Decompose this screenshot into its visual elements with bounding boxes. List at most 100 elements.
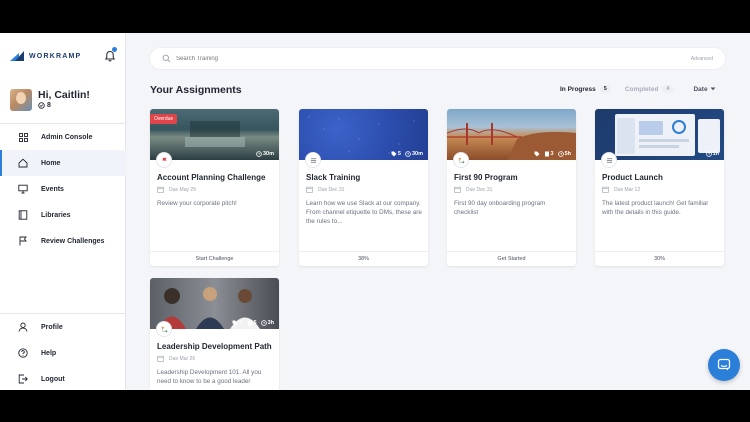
flag-icon: [157, 153, 171, 167]
card-meta: 5 30m: [391, 151, 423, 157]
document-icon: [247, 320, 252, 326]
nav-item-review-challenges[interactable]: Review Challenges: [0, 228, 126, 254]
due-date: Due Mar 12: [602, 186, 640, 193]
chevron-down-icon: [710, 87, 716, 91]
card-footer[interactable]: Get Started: [447, 251, 576, 266]
nav-label: Home: [41, 159, 61, 167]
assignment-filters: In Progress 5 Completed 4 Date: [560, 85, 716, 93]
item-count: 3: [544, 151, 554, 157]
duration: 30m: [405, 151, 423, 157]
card-image: 3 5h: [447, 109, 576, 160]
path-icon: [454, 153, 468, 167]
calendar-icon: [454, 186, 461, 193]
document-icon: [544, 151, 549, 157]
card-meta: 3 5h: [534, 151, 571, 157]
nav-item-logout[interactable]: Logout: [0, 366, 126, 390]
list-icon: [306, 153, 320, 167]
monitor-icon: [18, 184, 28, 194]
assignment-card[interactable]: Overdue 30m Account Planning Challenge D…: [150, 109, 279, 266]
card-title: Account Planning Challenge: [157, 173, 266, 182]
nav-label: Events: [41, 185, 64, 193]
filter-label: Completed: [624, 85, 659, 93]
due-date: Due Mar 26: [157, 355, 195, 362]
search-icon: [162, 54, 171, 63]
user-profile[interactable]: Hi, Caitlin! 8: [10, 89, 90, 111]
flag-icon: [18, 236, 28, 246]
card-image: 1h: [595, 109, 724, 160]
card-title: Slack Training: [306, 173, 361, 182]
nav-item-admin-console[interactable]: Admin Console: [0, 124, 126, 150]
notification-dot: [112, 47, 117, 52]
tag-count: 5: [391, 151, 401, 157]
nav-item-help[interactable]: Help: [0, 340, 126, 366]
due-date: Due Dec 31: [454, 186, 492, 193]
card-description: The latest product launch! Get familiar …: [602, 200, 709, 216]
chat-icon: [717, 358, 731, 371]
points-badge: 8: [38, 102, 90, 109]
card-image: Overdue 30m: [150, 109, 279, 160]
card-description: First 90 day onboarding program checklis…: [454, 200, 546, 216]
chat-launcher-button[interactable]: [708, 349, 740, 381]
brand-logo[interactable]: WORKRAMP: [10, 51, 81, 61]
card-meta: 1 5 3h: [232, 320, 274, 326]
path-icon: [157, 322, 171, 336]
nav-item-events[interactable]: Events: [0, 176, 126, 202]
list-icon: [602, 153, 616, 167]
tag-count: 1: [232, 320, 243, 326]
card-description: Review your corporate pitch!: [157, 200, 237, 207]
workramp-logo-icon: [10, 51, 24, 61]
brand-name: WORKRAMP: [29, 52, 82, 60]
points-value: 8: [47, 102, 51, 109]
nav-item-profile[interactable]: Profile: [0, 314, 126, 340]
due-date: Due May 29: [157, 186, 196, 193]
nav-item-libraries[interactable]: Libraries: [0, 202, 126, 228]
card-footer[interactable]: 30%: [595, 251, 724, 266]
item-count: 5: [247, 320, 257, 326]
sort-dropdown[interactable]: Date: [693, 85, 716, 93]
card-description: Leadership Development 101. All you need…: [157, 369, 262, 385]
points-check-icon: [38, 102, 45, 109]
sort-label: Date: [693, 85, 708, 93]
card-footer[interactable]: Start Challenge: [150, 251, 279, 266]
advanced-search-link[interactable]: Advanced: [691, 56, 713, 62]
filter-label: In Progress: [560, 85, 596, 93]
clock-icon: [705, 151, 712, 157]
card-title: First 90 Program: [454, 173, 518, 182]
search-input[interactable]: [176, 55, 691, 62]
help-icon: [18, 348, 28, 358]
nav-label: Profile: [41, 323, 63, 331]
sidebar: WORKRAMP Hi, Caitlin! 8 Admin Console Ho…: [0, 33, 126, 390]
nav-item-home[interactable]: Home: [0, 150, 126, 176]
assignment-card[interactable]: 5 30m Slack Training Due Dec 31 Learn ho…: [299, 109, 428, 266]
clock-icon: [260, 320, 267, 326]
card-footer[interactable]: 38%: [299, 251, 428, 266]
tag-icon: [391, 151, 397, 157]
due-date: Due Dec 31: [306, 186, 344, 193]
tag-count: [534, 151, 540, 157]
assignment-card[interactable]: 3 5h First 90 Program Due Dec 31 First 9…: [447, 109, 576, 266]
clock-icon: [256, 151, 262, 157]
app-window: WORKRAMP Hi, Caitlin! 8 Admin Console Ho…: [0, 33, 750, 390]
card-meta: 30m: [256, 151, 274, 157]
search-bar[interactable]: Advanced: [150, 48, 725, 69]
card-title: Product Launch: [602, 173, 663, 182]
calendar-icon: [306, 186, 313, 193]
tag-icon: [232, 320, 238, 326]
user-icon: [18, 322, 28, 332]
filter-completed[interactable]: Completed 4: [625, 85, 674, 93]
calendar-icon: [602, 186, 609, 193]
calendar-icon: [157, 355, 164, 362]
assignment-card[interactable]: 1 5 3h Leadership Development Path Due M…: [150, 278, 279, 390]
overdue-badge: Overdue: [150, 114, 178, 124]
logout-icon: [18, 374, 28, 384]
filter-count: 5: [599, 85, 611, 93]
clock-icon: [557, 151, 564, 157]
duration: 1h: [705, 151, 719, 157]
filter-in-progress[interactable]: In Progress 5: [560, 85, 611, 93]
avatar: [10, 89, 32, 111]
assignment-card[interactable]: 1h Product Launch Due Mar 12 The latest …: [595, 109, 724, 266]
section-title: Your Assignments: [150, 84, 242, 96]
greeting: Hi, Caitlin!: [38, 89, 90, 101]
nav-label: Help: [41, 349, 57, 357]
tag-icon: [534, 151, 540, 157]
